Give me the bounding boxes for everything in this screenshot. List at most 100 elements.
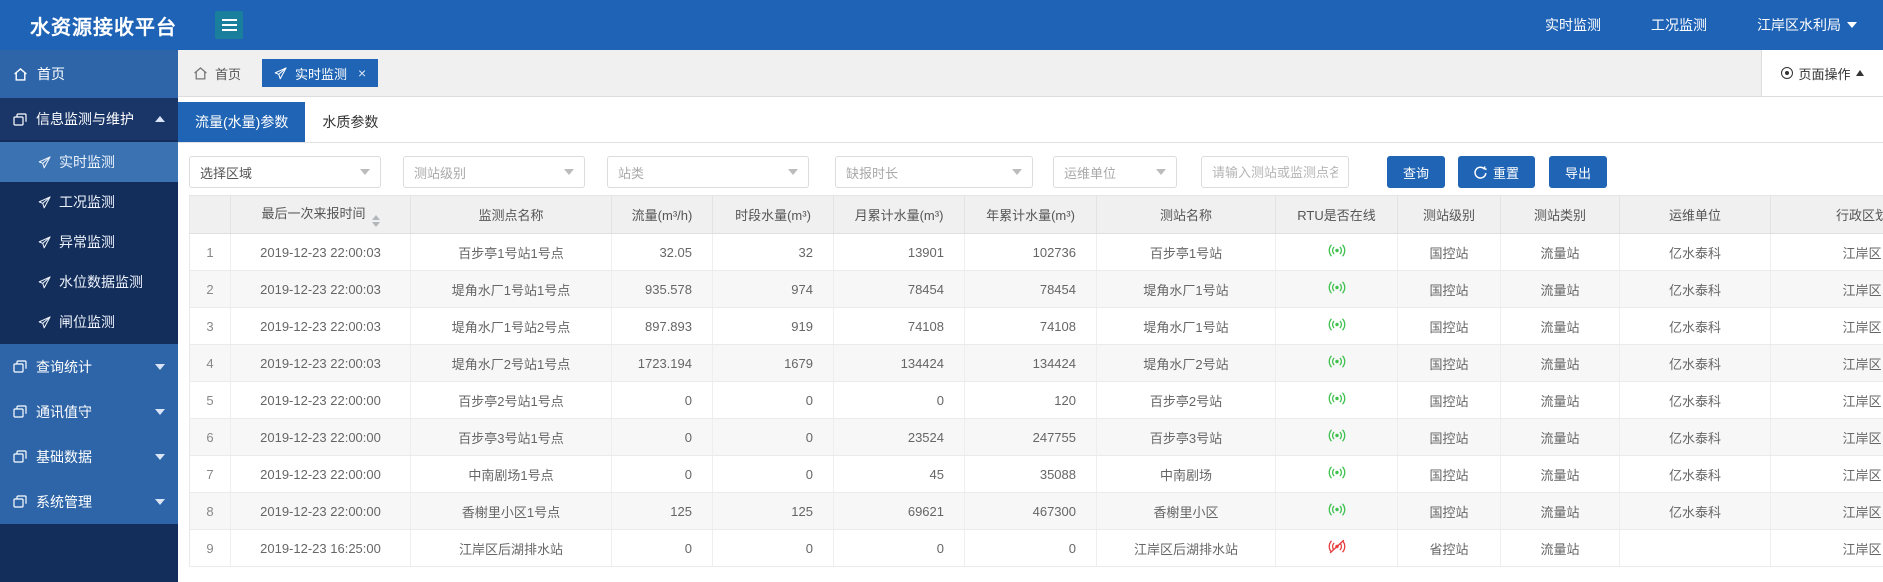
maintenance-unit-select[interactable]: 运维单位 (1053, 156, 1177, 188)
tab-flow-params[interactable]: 流量(水量)参数 (178, 102, 305, 142)
sidebar-item-base-data[interactable]: 基础数据 (0, 434, 178, 479)
column-header (190, 196, 231, 234)
table-cell: 江岸区后湖排水站 (1097, 530, 1276, 567)
table-cell: 国控站 (1398, 382, 1501, 419)
export-button[interactable]: 导出 (1549, 156, 1607, 188)
content-area: 选择区域 测站级别 站类 缺报时长 运维单位 (178, 143, 1883, 582)
column-header[interactable]: 最后一次来报时间 (231, 196, 411, 234)
table-cell: 4 (190, 345, 231, 382)
table-cell: 香榭里小区1号点 (411, 493, 612, 530)
table-cell: 1679 (713, 345, 834, 382)
chevron-down-icon (155, 499, 165, 505)
chevron-down-icon (155, 364, 165, 370)
page-operations-button[interactable]: 页面操作 (1761, 50, 1883, 96)
chevron-down-icon (564, 169, 574, 175)
table-cell: 0 (834, 382, 965, 419)
close-icon[interactable]: × (358, 65, 366, 81)
table-cell: 百步亭3号站1号点 (411, 419, 612, 456)
table-cell: 0 (834, 530, 965, 567)
send-icon (38, 316, 51, 329)
breadcrumb-tab-home[interactable]: 首页 (193, 64, 241, 83)
table-row[interactable]: 82019-12-23 22:00:00香榭里小区1号点125125696214… (190, 493, 1883, 530)
send-icon (38, 196, 51, 209)
sidebar-item-query-statistics[interactable]: 查询统计 (0, 344, 178, 389)
table-cell: 125 (713, 493, 834, 530)
table-cell: 247755 (965, 419, 1097, 456)
table-cell: 0 (612, 382, 713, 419)
table-row[interactable]: 52019-12-23 22:00:00百步亭2号站1号点000120百步亭2号… (190, 382, 1883, 419)
table-cell: 百步亭3号站 (1097, 419, 1276, 456)
top-navigation: 实时监测 工况监测 江岸区水利局 (1545, 15, 1857, 35)
query-button[interactable]: 查询 (1387, 156, 1445, 188)
table-cell: 74108 (834, 308, 965, 345)
user-menu[interactable]: 江岸区水利局 (1757, 15, 1857, 35)
table-row[interactable]: 72019-12-23 22:00:00中南剧场1号点004535088中南剧场… (190, 456, 1883, 493)
table-cell: 江岸区 (1771, 234, 1883, 271)
reset-button[interactable]: 重置 (1458, 156, 1535, 188)
table-cell: 919 (713, 308, 834, 345)
tab-water-quality[interactable]: 水质参数 (305, 102, 395, 142)
rtu-online-icon (1326, 428, 1348, 443)
column-header: 月累计水量(m³) (834, 196, 965, 234)
table-row[interactable]: 32019-12-23 22:00:03堤角水厂1号站2号点897.893919… (190, 308, 1883, 345)
sidebar-item-info-monitoring[interactable]: 信息监测与维护 (0, 98, 178, 140)
table-cell: 中南剧场1号点 (411, 456, 612, 493)
station-level-select[interactable]: 测站级别 (403, 156, 585, 188)
table-cell: 467300 (965, 493, 1097, 530)
table-cell: 江岸区 (1771, 271, 1883, 308)
table-cell: 堤角水厂1号站 (1097, 308, 1276, 345)
table-cell: 3 (190, 308, 231, 345)
missing-report-duration-select[interactable]: 缺报时长 (835, 156, 1033, 188)
table-row[interactable]: 92019-12-23 16:25:00江岸区后湖排水站0000江岸区后湖排水站… (190, 530, 1883, 567)
monitoring-table: 最后一次来报时间监测点名称流量(m³/h)时段水量(m³)月累计水量(m³)年累… (189, 195, 1883, 567)
table-cell: 0 (713, 419, 834, 456)
table-cell: 流量站 (1501, 271, 1620, 308)
column-header: 测站类别 (1501, 196, 1620, 234)
table-cell: 0 (713, 530, 834, 567)
sidebar-item-system-management[interactable]: 系统管理 (0, 479, 178, 524)
region-select[interactable]: 选择区域 (189, 156, 381, 188)
query-button-label: 查询 (1403, 163, 1429, 182)
table-cell: 江岸区 (1771, 419, 1883, 456)
sidebar-item-condition-monitoring[interactable]: 工况监测 (0, 182, 178, 222)
breadcrumb-active-label: 实时监测 (295, 64, 347, 83)
chevron-down-icon (360, 169, 370, 175)
hamburger-menu-icon[interactable] (215, 11, 243, 39)
sidebar-item-label: 闸位监测 (59, 312, 115, 332)
table-cell: 134424 (834, 345, 965, 382)
send-icon (38, 236, 51, 249)
sidebar-item-comm-duty[interactable]: 通讯值守 (0, 389, 178, 434)
table-row[interactable]: 22019-12-23 22:00:03堤角水厂1号站1号点935.578974… (190, 271, 1883, 308)
table-cell: 百步亭1号站1号点 (411, 234, 612, 271)
table-cell: 百步亭1号站 (1097, 234, 1276, 271)
rtu-status-cell (1276, 530, 1398, 567)
table-row[interactable]: 12019-12-23 22:00:03百步亭1号站1号点32.05321390… (190, 234, 1883, 271)
table-cell: 流量站 (1501, 382, 1620, 419)
sort-icon[interactable] (372, 215, 380, 227)
table-cell: 国控站 (1398, 308, 1501, 345)
sidebar-item-realtime-monitoring[interactable]: 实时监测 (0, 142, 178, 182)
breadcrumb-tab-active[interactable]: 实时监测 × (262, 59, 378, 87)
station-search-input[interactable] (1201, 156, 1349, 188)
topnav-condition-link[interactable]: 工况监测 (1651, 15, 1707, 35)
rtu-status-cell (1276, 493, 1398, 530)
topnav-realtime-link[interactable]: 实时监测 (1545, 15, 1601, 35)
sidebar-item-home[interactable]: 首页 (0, 50, 178, 98)
station-type-select[interactable]: 站类 (607, 156, 809, 188)
table-cell: 亿水泰科 (1620, 419, 1771, 456)
sidebar-item-anomaly-monitoring[interactable]: 异常监测 (0, 222, 178, 262)
table-cell: 亿水泰科 (1620, 308, 1771, 345)
table-row[interactable]: 62019-12-23 22:00:00百步亭3号站1号点00235242477… (190, 419, 1883, 456)
table-cell: 流量站 (1501, 530, 1620, 567)
table-cell: 堤角水厂1号站2号点 (411, 308, 612, 345)
column-header: RTU是否在线 (1276, 196, 1398, 234)
table-row[interactable]: 42019-12-23 22:00:03堤角水厂2号站1号点1723.19416… (190, 345, 1883, 382)
sidebar-item-label: 首页 (37, 64, 65, 84)
table-cell: 堤角水厂1号站 (1097, 271, 1276, 308)
chevron-down-icon (1012, 169, 1022, 175)
sidebar-item-gate-monitoring[interactable]: 闸位监测 (0, 302, 178, 342)
table-cell: 国控站 (1398, 493, 1501, 530)
chevron-down-icon (155, 409, 165, 415)
rtu-status-cell (1276, 308, 1398, 345)
sidebar-item-waterlevel-monitoring[interactable]: 水位数据监测 (0, 262, 178, 302)
